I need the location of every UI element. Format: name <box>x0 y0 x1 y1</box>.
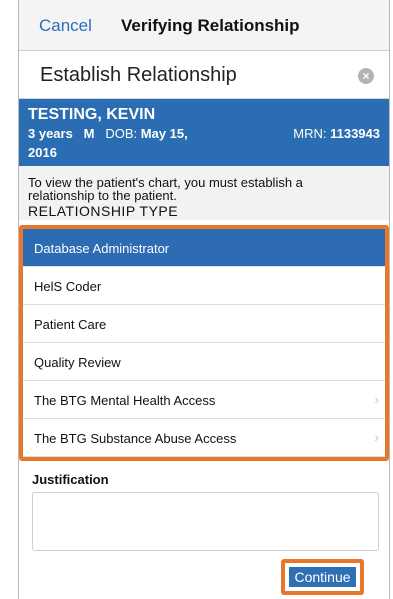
relationship-type-list: Database Administrator HelS Coder Patient … <box>19 225 389 461</box>
mrn-value: 1133943 <box>330 126 380 141</box>
relationship-option[interactable]: Patient Care <box>23 305 385 343</box>
chevron-right-icon: › <box>374 391 379 407</box>
mrn-label: MRN: <box>293 126 327 141</box>
dob-year: 2016 <box>28 145 57 160</box>
relationship-option[interactable]: Quality Review <box>23 343 385 381</box>
relationship-option[interactable]: The BTG Mental Health Access › <box>23 381 385 419</box>
chevron-right-icon: › <box>374 429 379 445</box>
dob-value: May 15, <box>140 126 188 141</box>
dob-label: DOB: <box>105 126 138 141</box>
justification-label: Justification <box>32 472 109 487</box>
patient-demographics: 3 years M DOB: May 15, <box>28 126 188 141</box>
patient-sex: M <box>83 126 95 141</box>
instruction-text: To view the patient's chart, you must es… <box>28 175 303 203</box>
relationship-option[interactable]: The BTG Substance Abuse Access › <box>23 419 385 457</box>
continue-button-highlight: Continue <box>281 559 364 595</box>
app-frame: Cancel Verifying Relationship Establish … <box>18 0 390 599</box>
page-header: Establish Relationship × <box>19 51 389 99</box>
patient-banner: TESTING, KEVIN 3 years M DOB: May 15, 20… <box>19 99 389 166</box>
navigation-bar: Cancel Verifying Relationship <box>19 0 389 51</box>
message-area: To view the patient's chart, you must es… <box>19 166 389 220</box>
patient-name: TESTING, KEVIN <box>28 106 156 123</box>
patient-age: 3 years <box>28 126 73 141</box>
nav-title: Verifying Relationship <box>121 16 300 35</box>
relationship-option-label: Patient Care <box>34 317 107 332</box>
relationship-option-label: HelS Coder <box>34 279 102 294</box>
close-icon[interactable]: × <box>358 68 374 84</box>
relationship-option[interactable]: Database Administrator <box>23 229 385 267</box>
relationship-option-label: Quality Review <box>34 355 121 370</box>
continue-button[interactable]: Continue <box>289 567 356 587</box>
relationship-option-label: Database Administrator <box>34 241 170 256</box>
justification-input[interactable] <box>32 492 379 551</box>
relationship-option-label: The BTG Mental Health Access <box>34 393 216 408</box>
relationship-option-label: The BTG Substance Abuse Access <box>34 431 237 446</box>
relationship-type-header: RELATIONSHIP TYPE <box>28 203 179 219</box>
page-title: Establish Relationship <box>40 64 237 86</box>
mrn: MRN: 1133943 <box>293 126 380 141</box>
relationship-option[interactable]: HelS Coder <box>23 267 385 305</box>
cancel-button[interactable]: Cancel <box>39 16 92 36</box>
